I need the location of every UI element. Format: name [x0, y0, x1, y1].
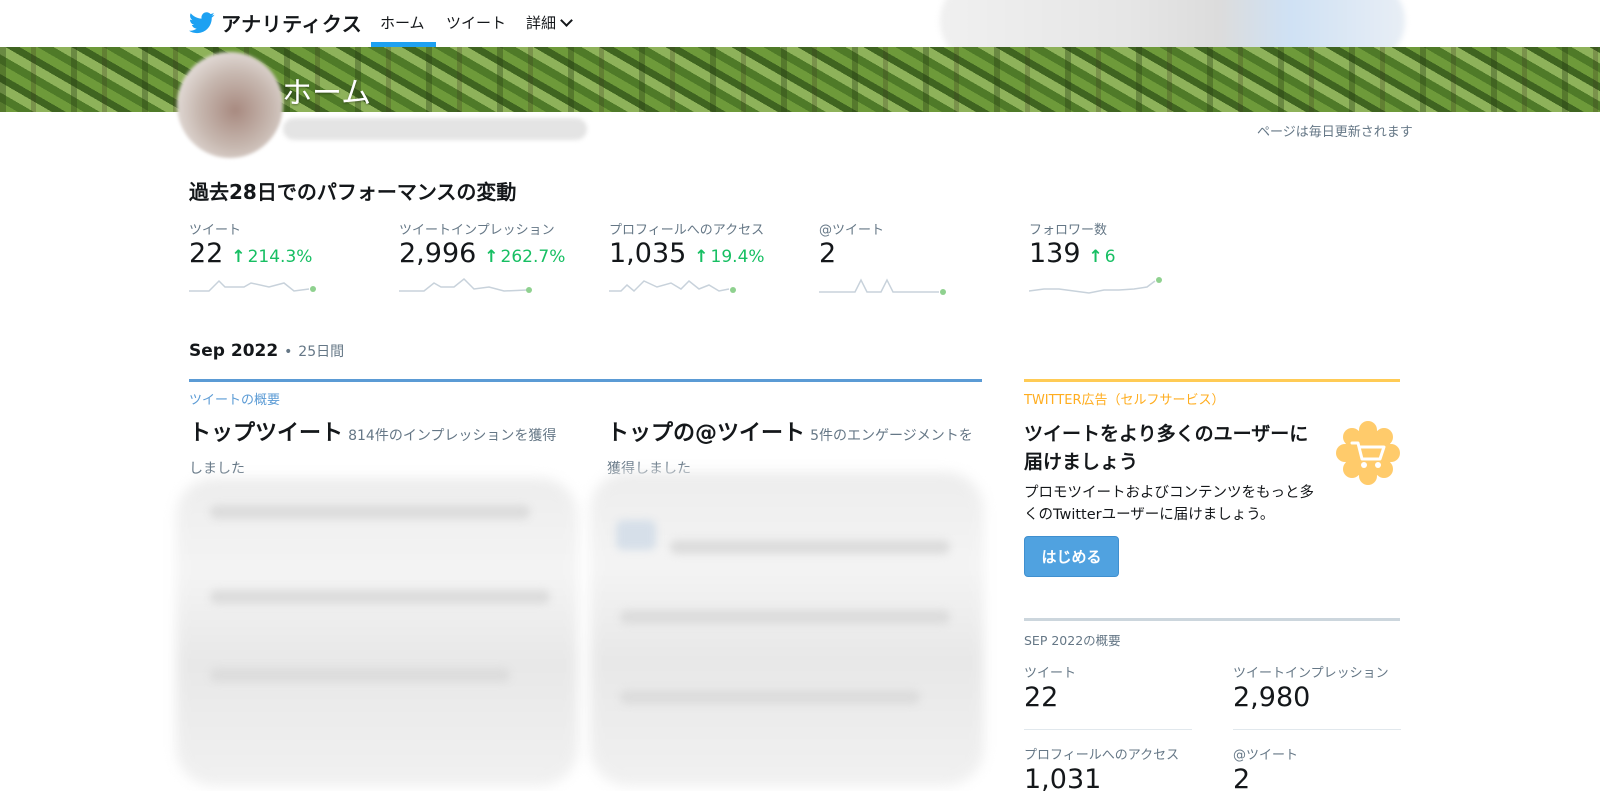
arrow-up-icon: ↑ [231, 247, 246, 267]
sparkline-end-dot [1156, 277, 1162, 283]
month-title: Sep 2022 • 25日間 [189, 341, 344, 361]
arrow-up-icon: ↑ [484, 247, 499, 267]
month-label: Sep 2022 [189, 341, 279, 361]
tab-tweets[interactable]: ツイート [446, 12, 506, 33]
top-navigation: アナリティクス ホーム ツイート 詳細 [0, 0, 1600, 62]
metric-label: プロフィールへのアクセス [609, 223, 765, 238]
metric-label: フォロワー数 [1029, 223, 1108, 238]
avatar[interactable] [177, 52, 283, 158]
ads-divider [1024, 379, 1400, 382]
summary-profile-visits: プロフィールへのアクセス 1,031 [1024, 744, 1192, 791]
brand[interactable]: アナリティクス [189, 8, 362, 37]
metric-value: 22 [189, 238, 224, 269]
sparkline [1029, 277, 1162, 294]
metric-label: ツイートインプレッション [399, 223, 555, 238]
summary-item-label: ツイートインプレッション [1233, 666, 1389, 681]
chevron-down-icon [560, 14, 573, 27]
metric-followers: フォロワー数 139 ↑ 6 [1029, 219, 1229, 297]
sparkline [399, 277, 532, 293]
month-days: 25日間 [298, 344, 345, 360]
overview-divider [189, 379, 982, 382]
sparkline-end-dot [310, 286, 316, 292]
summary-item-value: 1,031 [1024, 764, 1102, 791]
metric-change-value: 262.7% [500, 247, 566, 267]
shopping-cart-icon [1336, 421, 1400, 485]
metric-value: 1,035 [609, 238, 687, 269]
arrow-up-icon: ↑ [1088, 247, 1103, 267]
metric-change: ↑ 262.7% [484, 247, 565, 267]
top-tweet-title: トップツイート [189, 421, 344, 446]
metric-change: ↑ 214.3% [231, 247, 312, 267]
summary-tweets: ツイート 22 [1024, 662, 1192, 713]
tab-home[interactable]: ホーム [380, 12, 425, 33]
overview-label: ツイートの概要 [189, 393, 281, 408]
metric-tweets: ツイート 22 ↑ 214.3% [189, 219, 389, 295]
summary-item-value: 22 [1024, 682, 1059, 713]
metric-label: ツイート [189, 223, 242, 238]
sparkline-end-dot [526, 287, 532, 293]
summary-item-value: 2 [1233, 764, 1251, 791]
redacted-line [670, 540, 950, 554]
redacted-line [620, 610, 950, 624]
summary-separator [1024, 729, 1192, 730]
metric-change-value: 6 [1104, 247, 1116, 267]
summary-item-value: 2,980 [1233, 682, 1311, 713]
metric-value: 2 [819, 238, 837, 269]
summary-impressions: ツイートインプレッション 2,980 [1233, 662, 1401, 713]
metric-value: 139 [1029, 238, 1081, 269]
redacted-avatar [616, 520, 656, 550]
month-separator: • [284, 344, 293, 360]
summary-divider [1024, 618, 1400, 621]
redacted-line [210, 590, 550, 604]
top-tweet-header: トップツイート 814件のインプレッションを獲得しました [189, 418, 559, 485]
ads-body: プロモツイートおよびコンテンツをもっと多くのTwitterユーザーに届けましょう… [1024, 485, 1314, 523]
summary-mentions: @ツイート 2 [1233, 744, 1401, 791]
summary-label: SEP 2022の概要 [1024, 633, 1121, 648]
ads-label: TWITTER広告（セルフサービス） [1024, 393, 1225, 408]
update-note: ページは毎日更新されます [1257, 125, 1413, 140]
metric-label: @ツイート [819, 223, 885, 238]
redacted-line [210, 505, 530, 519]
performance-title: 過去28日でのパフォーマンスの変動 [189, 180, 517, 204]
ads-title: ツイートをより多くのユーザーに届けましょう [1024, 423, 1309, 473]
app-name: アナリティクス [221, 12, 363, 36]
sparkline-end-dot [940, 289, 946, 295]
metric-profile-visits: プロフィールへのアクセス 1,035 ↑ 19.4% [609, 219, 809, 295]
redacted-line [210, 668, 510, 682]
get-started-button[interactable]: はじめる [1024, 536, 1119, 577]
top-tweet-card-redacted[interactable] [176, 478, 578, 786]
metric-change: ↑ 6 [1089, 247, 1116, 267]
top-mention-title: トップの@ツイート [607, 421, 806, 446]
metric-change-value: 19.4% [710, 247, 765, 267]
sparkline [819, 278, 946, 295]
metric-mentions: @ツイート 2 [819, 219, 1019, 295]
metric-change-value: 214.3% [247, 247, 313, 267]
arrow-up-icon: ↑ [694, 247, 709, 267]
sparkline-end-dot [730, 287, 736, 293]
summary-item-label: プロフィールへのアクセス [1024, 748, 1180, 763]
sparkline [609, 279, 736, 293]
sparkline [189, 279, 316, 292]
tab-more[interactable]: 詳細 [526, 12, 573, 33]
metric-value: 2,996 [399, 238, 477, 269]
page-title: ホーム [282, 76, 372, 111]
metric-change: ↑ 19.4% [694, 247, 764, 267]
twitter-bird-icon [189, 11, 215, 33]
summary-item-label: @ツイート [1233, 748, 1299, 763]
redacted-line [620, 690, 920, 704]
summary-separator [1233, 729, 1401, 730]
summary-item-label: ツイート [1024, 666, 1077, 681]
user-handle-redacted [283, 118, 587, 140]
metric-impressions: ツイートインプレッション 2,996 ↑ 262.7% [399, 219, 599, 295]
tab-more-label: 詳細 [526, 14, 557, 32]
